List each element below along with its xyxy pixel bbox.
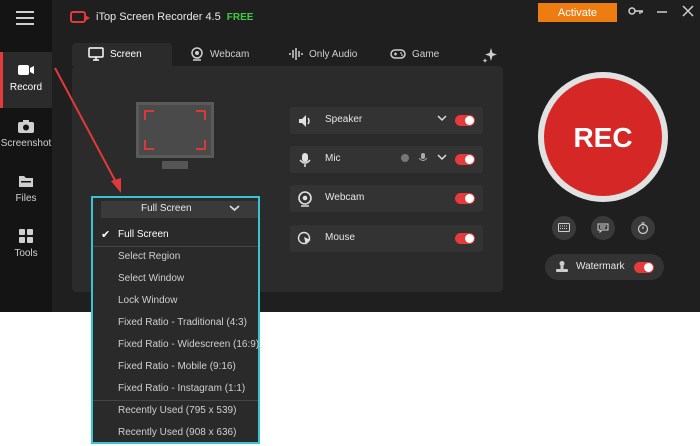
sidebar-item-record[interactable]: Record [0, 52, 52, 108]
watermark-toggle[interactable] [634, 262, 654, 273]
chevron-down-icon [229, 203, 240, 215]
menu-item-recent-1[interactable]: Recently Used (795 x 539) [93, 400, 258, 422]
timer-icon[interactable] [631, 216, 655, 240]
region-dropdown[interactable]: Full Screen [101, 201, 258, 218]
audio-wave-icon [289, 48, 303, 61]
menu-icon[interactable] [16, 11, 34, 25]
menu-item-lock-window[interactable]: Lock Window [93, 290, 258, 312]
checkmark-icon: ✔ [101, 229, 111, 241]
stamp-icon [556, 261, 568, 272]
menu-item-full-screen[interactable]: ✔ Full Screen [93, 224, 258, 246]
source-row-mouse: Mouse [290, 225, 483, 252]
tab-game[interactable]: Game [390, 43, 460, 66]
sidebar-item-label: Record [9, 82, 43, 93]
webcam-toggle[interactable] [455, 193, 475, 204]
speaker-toggle[interactable] [455, 115, 475, 126]
chevron-down-icon[interactable] [437, 114, 447, 124]
sidebar-item-label: Tools [14, 248, 38, 259]
noise-reduction-icon[interactable] [400, 153, 410, 163]
sidebar-item-tools[interactable]: Tools [0, 218, 52, 274]
source-row-mic: Mic [290, 146, 483, 173]
edition-badge: FREE [226, 12, 254, 23]
activate-button[interactable]: Activate [538, 3, 617, 22]
folder-icon [19, 176, 33, 187]
gamepad-icon [390, 49, 406, 60]
mouse-toggle[interactable] [455, 233, 475, 244]
menu-separator [93, 400, 258, 401]
tab-screen[interactable]: Screen [72, 43, 172, 66]
monitor-icon [88, 47, 104, 62]
rec-button[interactable]: REC [544, 78, 662, 196]
webcam-icon [191, 47, 203, 62]
mouse-cursor-icon [297, 231, 311, 245]
app-logo-icon [70, 11, 90, 23]
photo-camera-icon [18, 120, 34, 133]
sidebar-item-label: Files [15, 193, 37, 204]
sidebar: Record Screenshot Files Tools [0, 0, 52, 312]
monitor-stand [162, 161, 188, 169]
sidebar-item-screenshot[interactable]: Screenshot [0, 108, 52, 164]
menu-item-ratio-16-9[interactable]: Fixed Ratio - Widescreen (16:9) [93, 334, 259, 356]
tab-only-audio[interactable]: Only Audio [289, 43, 379, 66]
menu-item-recent-2[interactable]: Recently Used (908 x 636) [93, 422, 258, 444]
menu-separator [93, 246, 258, 247]
key-icon[interactable] [628, 5, 644, 19]
source-row-webcam: Webcam [290, 185, 483, 212]
grid-icon [19, 229, 33, 243]
sidebar-item-files[interactable]: Files [0, 163, 52, 219]
menu-item-ratio-1-1[interactable]: Fixed Ratio - Instagram (1:1) [93, 378, 258, 400]
webcam-icon [298, 191, 312, 207]
mic-icon [299, 153, 311, 167]
comment-icon[interactable] [591, 216, 615, 240]
keyboard-icon[interactable] [552, 216, 576, 240]
mic-toggle[interactable] [455, 154, 475, 165]
menu-item-select-window[interactable]: Select Window [93, 268, 258, 290]
tab-webcam[interactable]: Webcam [190, 43, 270, 66]
mic-enhance-icon[interactable] [418, 153, 428, 163]
watermark-control: Watermark [545, 254, 664, 280]
camera-icon [18, 65, 34, 75]
close-icon[interactable] [680, 5, 696, 19]
minimize-icon[interactable] [654, 5, 670, 19]
menu-item-select-region[interactable]: Select Region [93, 246, 258, 268]
menu-item-ratio-9-16[interactable]: Fixed Ratio - Mobile (9:16) [93, 356, 258, 378]
sidebar-item-label: Screenshot [0, 138, 52, 149]
menu-item-ratio-4-3[interactable]: Fixed Ratio - Traditional (4:3) [93, 312, 258, 334]
sparkle-icon[interactable] [482, 47, 498, 63]
app-title: iTop Screen Recorder 4.5 FREE [96, 11, 254, 23]
source-row-speaker: Speaker [290, 107, 483, 134]
chevron-down-icon[interactable] [437, 153, 447, 163]
speaker-icon [299, 115, 310, 127]
screen-preview-monitor [136, 102, 214, 158]
